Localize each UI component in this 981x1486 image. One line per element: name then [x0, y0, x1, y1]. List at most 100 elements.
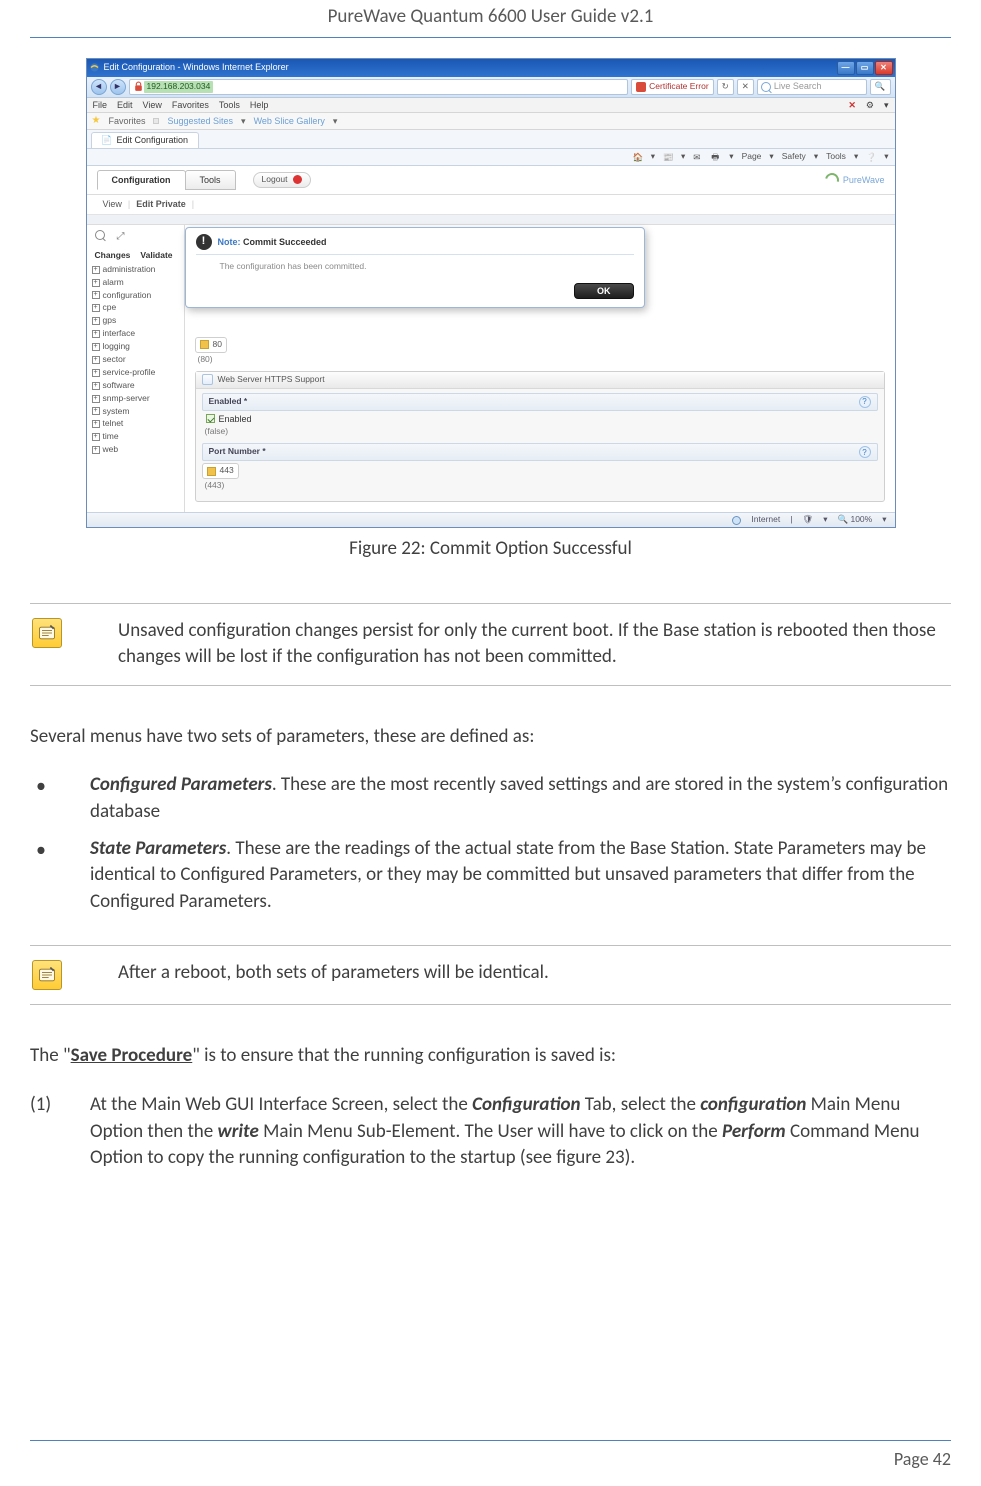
save-pre: The ": [30, 1044, 71, 1067]
tree-item-logging[interactable]: +logging: [87, 341, 184, 354]
help-icon[interactable]: ❔: [866, 152, 876, 162]
note-block-1: Unsaved configuration changes persist fo…: [30, 603, 951, 686]
port80-hint: (80): [198, 354, 885, 366]
port443-hint: (443): [205, 480, 878, 492]
view-link[interactable]: View: [103, 198, 122, 211]
search-input[interactable]: Live Search: [757, 79, 867, 95]
popup-close-icon[interactable]: ✕: [848, 99, 856, 112]
web-slice-link[interactable]: Web Slice Gallery: [254, 115, 325, 128]
window-close-button[interactable]: ✕: [875, 61, 893, 75]
tree-item-sector[interactable]: +sector: [87, 354, 184, 367]
tab-configuration[interactable]: Configuration: [97, 170, 186, 191]
tree-item-software[interactable]: +software: [87, 380, 184, 393]
search-go-button[interactable]: 🔍: [870, 79, 891, 95]
tree-item-alarm[interactable]: +alarm: [87, 277, 184, 290]
menu-help[interactable]: Help: [250, 99, 269, 112]
tree-item-web[interactable]: +web: [87, 444, 184, 457]
horizontal-scrollbar[interactable]: [87, 215, 895, 225]
favorites-label[interactable]: Favorites: [108, 115, 145, 128]
logout-label: Logout: [262, 174, 288, 186]
panel-icon: [202, 374, 213, 385]
menu-favorites[interactable]: Favorites: [172, 99, 209, 112]
address-bar[interactable]: 192.168.203.034: [129, 79, 629, 95]
step-1-number: (1): [30, 1092, 51, 1119]
step1-h: Perform: [722, 1120, 786, 1143]
tree-item-time[interactable]: +time: [87, 431, 184, 444]
window-title: Edit Configuration - Windows Internet Ex…: [104, 61, 289, 74]
popup-gear-icon[interactable]: ⚙: [866, 99, 874, 112]
browser-tab[interactable]: 📄 Edit Configuration: [91, 132, 200, 148]
step1-d: configuration: [700, 1093, 806, 1116]
note-1-text: Unsaved configuration changes persist fo…: [118, 618, 951, 671]
brand-swoosh-icon: [822, 170, 841, 189]
enabled-help-icon[interactable]: ?: [859, 396, 871, 408]
port80-value: 80: [213, 339, 222, 351]
window-minimize-button[interactable]: —: [837, 61, 855, 75]
enabled-hint: (false): [205, 426, 878, 438]
window-maximize-button[interactable]: ▭: [856, 61, 874, 75]
suggested-sites-link[interactable]: Suggested Sites: [167, 115, 233, 128]
logout-button[interactable]: Logout: [253, 172, 311, 188]
certificate-error-badge[interactable]: Certificate Error: [631, 79, 714, 95]
cmd-page[interactable]: Page: [742, 151, 762, 163]
ie-titlebar: Edit Configuration - Windows Internet Ex…: [87, 59, 895, 77]
edit-private-link[interactable]: Edit Private: [136, 198, 186, 211]
stop-button[interactable]: ✕: [737, 79, 754, 95]
sidebar-col-validate: Validate: [140, 250, 172, 262]
port80-field[interactable]: 80: [195, 337, 227, 353]
tree-item-snmp-server[interactable]: +snmp-server: [87, 393, 184, 406]
back-button[interactable]: ◄: [91, 79, 107, 95]
ie-status-bar: Internet | 🛡 ▾ 🔍 100% ▾: [87, 512, 895, 527]
feeds-icon[interactable]: 📰: [663, 152, 673, 162]
save-procedure-intro: The "Save Procedure" is to ensure that t…: [30, 1043, 951, 1070]
brand-logo: PureWave: [825, 173, 885, 187]
enabled-checkbox[interactable]: [206, 414, 215, 423]
menu-tools[interactable]: Tools: [219, 99, 240, 112]
https-panel: Web Server HTTPS Support Enabled * ? Ena…: [195, 371, 885, 502]
step1-b: Configuration: [472, 1093, 580, 1116]
sidebar-search-icon[interactable]: [95, 230, 105, 240]
port-label: Port Number *: [209, 446, 266, 458]
zoom-level[interactable]: 🔍 100%: [838, 514, 873, 526]
port-row: Port Number * ?: [202, 443, 878, 461]
port443-field[interactable]: 443: [202, 463, 239, 479]
menu-file[interactable]: File: [93, 99, 108, 112]
sidebar-expand-icon[interactable]: ⤢: [117, 230, 125, 244]
tree-item-service-profile[interactable]: +service-profile: [87, 367, 184, 380]
dialog-ok-button[interactable]: OK: [574, 283, 634, 299]
tab-tools[interactable]: Tools: [185, 170, 236, 191]
app-top-bar: Configuration Tools Logout PureWave: [87, 166, 895, 196]
ie-favorites-row: ★ Favorites Suggested Sites ▾ Web Slice …: [87, 113, 895, 130]
refresh-button[interactable]: ↻: [717, 79, 734, 95]
menu-view[interactable]: View: [143, 99, 162, 112]
tree-item-interface[interactable]: +interface: [87, 328, 184, 341]
save-post: " is to ensure that the running configur…: [192, 1044, 616, 1067]
note-icon: [32, 960, 62, 990]
home-icon[interactable]: 🏠: [633, 152, 643, 162]
tree-item-telnet[interactable]: +telnet: [87, 418, 184, 431]
forward-button[interactable]: ►: [110, 79, 126, 95]
tree-item-cpe[interactable]: +cpe: [87, 302, 184, 315]
url-text: 192.168.203.034: [144, 81, 214, 93]
app-view-row: View | Edit Private |: [87, 195, 895, 215]
edit-icon: [207, 467, 216, 476]
search-placeholder: Live Search: [774, 80, 822, 93]
cmd-tools[interactable]: Tools: [826, 151, 846, 163]
step-1: (1) At the Main Web GUI Interface Screen…: [30, 1092, 951, 1172]
page-footer: Page 42: [30, 1440, 951, 1472]
dialog-note-label: Note:: [218, 237, 241, 247]
commit-dialog: ! Note: Commit Succeeded The configurati…: [185, 227, 645, 308]
tree-item-configuration[interactable]: +configuration: [87, 290, 184, 303]
mail-icon[interactable]: ✉: [693, 152, 703, 162]
cmd-safety[interactable]: Safety: [782, 151, 806, 163]
ie-address-row: ◄ ► 192.168.203.034 Certificate Error ↻ …: [87, 77, 895, 98]
tree-item-administration[interactable]: +administration: [87, 264, 184, 277]
menu-edit[interactable]: Edit: [117, 99, 133, 112]
print-icon[interactable]: 🖶: [711, 152, 721, 162]
tree-item-gps[interactable]: +gps: [87, 315, 184, 328]
port-help-icon[interactable]: ?: [859, 446, 871, 458]
lock-icon: [133, 81, 144, 92]
protected-mode-icon: 🛡: [802, 514, 813, 526]
ie-command-row: 🏠▾ 📰▾ ✉ 🖶▾ Page▾ Safety▾ Tools▾ ❔▾: [87, 149, 895, 166]
tree-item-system[interactable]: +system: [87, 406, 184, 419]
